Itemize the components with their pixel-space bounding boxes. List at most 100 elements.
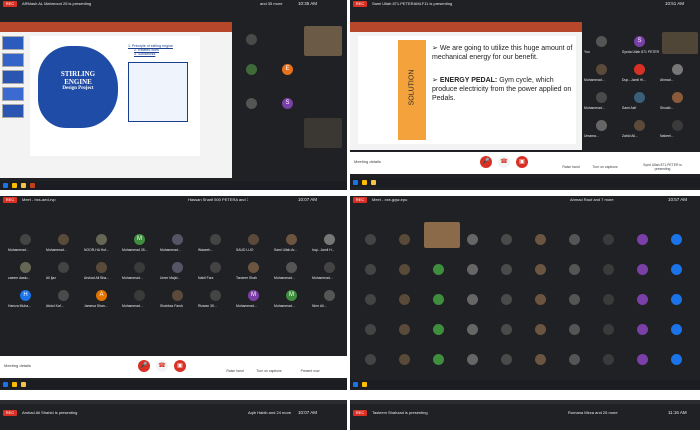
- participant-tile[interactable]: [662, 290, 692, 316]
- participant-tile[interactable]: [356, 350, 386, 376]
- presenting-button[interactable]: Syed Ullah 871.PETER is presenting: [635, 163, 690, 171]
- participant-tile[interactable]: [526, 320, 556, 346]
- avatar[interactable]: [246, 64, 257, 75]
- avatar[interactable]: S: [282, 98, 293, 109]
- participant-tile[interactable]: [560, 290, 590, 316]
- participant-tile[interactable]: [424, 260, 454, 286]
- raise-hand-button[interactable]: Raise hand: [556, 165, 586, 169]
- participant-tile[interactable]: [356, 230, 386, 256]
- participant-tile[interactable]: Muhammad...: [272, 258, 312, 284]
- participant-tile[interactable]: Ahmad...: [658, 60, 698, 86]
- chrome-icon[interactable]: [362, 180, 367, 185]
- powerpoint-icon[interactable]: [30, 183, 35, 188]
- participant-tile[interactable]: Muhammad...: [120, 286, 160, 312]
- participant-tile[interactable]: zaeem dastu...: [6, 258, 46, 284]
- participant-tile[interactable]: [560, 230, 590, 256]
- participant-tile[interactable]: Muhammad...: [44, 230, 84, 256]
- participant-tile[interactable]: [390, 350, 420, 376]
- participant-tile[interactable]: NOOR-HA Huf...: [82, 230, 122, 256]
- chrome-icon[interactable]: [12, 183, 17, 188]
- participant-tile[interactable]: Umama...: [582, 116, 622, 142]
- windows-start-icon[interactable]: [3, 183, 8, 188]
- participant-tile[interactable]: [560, 260, 590, 286]
- participant-tile[interactable]: [628, 320, 658, 346]
- participant-tile[interactable]: M Muhammad 35...: [120, 230, 160, 256]
- participant-tile[interactable]: Nabil Farz: [196, 258, 236, 284]
- webcam-video[interactable]: [304, 118, 342, 148]
- participant-tile[interactable]: [458, 230, 488, 256]
- participant-tile[interactable]: [526, 260, 556, 286]
- participant-tile[interactable]: [492, 350, 522, 376]
- avatar[interactable]: E: [282, 64, 293, 75]
- folder-icon[interactable]: [371, 180, 376, 185]
- participant-tile[interactable]: [390, 290, 420, 316]
- participant-tile[interactable]: [594, 350, 624, 376]
- avatar[interactable]: [246, 98, 257, 109]
- participant-tile[interactable]: Muhammad...: [582, 60, 622, 86]
- participant-tile[interactable]: [492, 320, 522, 346]
- participant-tile[interactable]: [628, 290, 658, 316]
- participant-tile[interactable]: [628, 350, 658, 376]
- participant-tile[interactable]: Zahid Ali...: [620, 116, 660, 142]
- participant-tile[interactable]: You: [582, 32, 622, 58]
- participant-tile[interactable]: [390, 260, 420, 286]
- chrome-icon[interactable]: [12, 382, 17, 387]
- participant-tile[interactable]: Arshad Ali Bha...: [82, 258, 122, 284]
- participant-tile[interactable]: Muhammad...: [582, 88, 622, 114]
- participant-tile[interactable]: [662, 260, 692, 286]
- webcam-video[interactable]: [662, 32, 698, 54]
- participant-tile[interactable]: Rizwan 35...: [196, 286, 236, 312]
- participant-tile[interactable]: Inqi...Jamil H...: [310, 230, 347, 256]
- participant-tile[interactable]: [662, 350, 692, 376]
- participant-tile[interactable]: Dup...Jamil Hi...: [620, 60, 660, 86]
- meeting-details-button[interactable]: Meeting details: [354, 159, 381, 164]
- participant-tile[interactable]: SAUD LUO: [234, 230, 274, 256]
- participant-tile[interactable]: [628, 230, 658, 256]
- participant-tile[interactable]: [424, 320, 454, 346]
- participant-tile[interactable]: [526, 230, 556, 256]
- participant-tile[interactable]: [526, 350, 556, 376]
- participant-tile[interactable]: Waseeh...: [196, 230, 236, 256]
- participant-tile[interactable]: [356, 320, 386, 346]
- participant-tile[interactable]: Shahbaz Faruk: [158, 286, 198, 312]
- participant-tile[interactable]: Shoaib...: [658, 88, 698, 114]
- windows-start-icon[interactable]: [353, 382, 358, 387]
- participant-tile[interactable]: [390, 320, 420, 346]
- folder-icon[interactable]: [21, 382, 26, 387]
- participant-tile[interactable]: M Muhammad...: [272, 286, 312, 312]
- participant-tile[interactable]: Muhammad...: [6, 230, 46, 256]
- windows-start-icon[interactable]: [353, 180, 358, 185]
- participant-tile[interactable]: [492, 290, 522, 316]
- webcam-video[interactable]: [304, 26, 342, 56]
- participant-tile[interactable]: [424, 350, 454, 376]
- end-call-button[interactable]: ☎: [498, 156, 510, 168]
- participant-tile[interactable]: [560, 350, 590, 376]
- participant-tile[interactable]: [242, 30, 262, 50]
- end-call-button[interactable]: ☎: [156, 360, 168, 372]
- participant-tile[interactable]: Sami Ullah Ar...: [272, 230, 312, 256]
- participant-tile[interactable]: [594, 290, 624, 316]
- participant-tile[interactable]: [628, 260, 658, 286]
- participant-tile[interactable]: Muhammad...: [158, 230, 198, 256]
- participant-tile[interactable]: Nabeel...: [658, 116, 698, 142]
- participant-tile[interactable]: [594, 230, 624, 256]
- participant-tile[interactable]: [458, 350, 488, 376]
- participant-tile[interactable]: [594, 320, 624, 346]
- participant-tile[interactable]: Tanzeer Shah: [234, 258, 274, 284]
- participant-tile[interactable]: [458, 320, 488, 346]
- participant-tile[interactable]: Ali Ijaz: [44, 258, 84, 284]
- participant-tile[interactable]: Umer Majid...: [158, 258, 198, 284]
- participant-tile[interactable]: [356, 290, 386, 316]
- participant-tile[interactable]: Mohammad...: [310, 258, 347, 284]
- participant-tile[interactable]: Nimr Ali...: [310, 286, 347, 312]
- participant-tile[interactable]: [526, 290, 556, 316]
- captions-button[interactable]: Turn on captions: [254, 369, 284, 373]
- folder-icon[interactable]: [21, 183, 26, 188]
- participant-tile[interactable]: Abdul Kaf...: [44, 286, 84, 312]
- participant-tile[interactable]: S Syeda Ullah 871 PETER: [620, 32, 660, 58]
- participant-tile[interactable]: [458, 260, 488, 286]
- participant-tile[interactable]: Sami Asif: [620, 88, 660, 114]
- present-now-button[interactable]: Present now: [295, 369, 325, 373]
- participant-tile[interactable]: [662, 230, 692, 256]
- windows-start-icon[interactable]: [3, 382, 8, 387]
